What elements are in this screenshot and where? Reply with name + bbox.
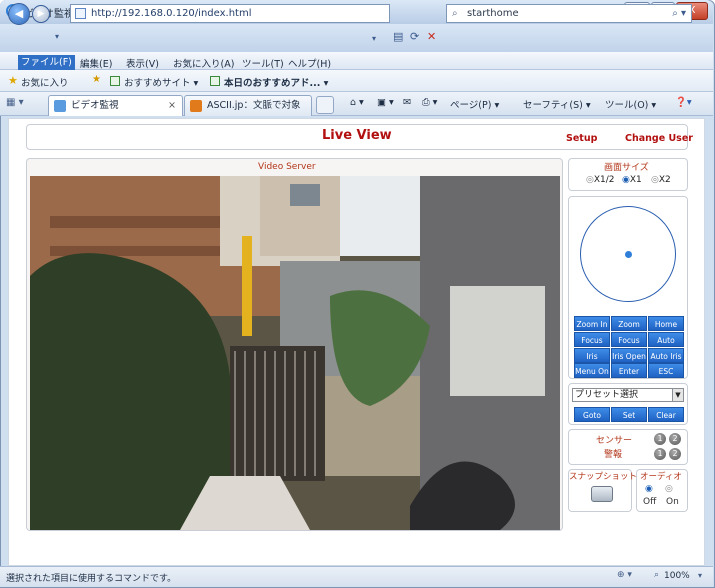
tab-label: ビデオ監視 — [71, 100, 119, 111]
cmd-tools[interactable]: ツール(O) ▾ — [605, 97, 656, 111]
tab-ascii[interactable]: ASCII.jp：文脈で対象が... — [184, 95, 312, 130]
alarm-1-button[interactable]: 1 — [654, 448, 666, 460]
radio-label: X1/2 — [593, 175, 615, 185]
chevron-down-icon: ▼ — [672, 389, 683, 401]
snapshot-label: スナップショット — [569, 472, 638, 482]
audio-off-radio[interactable]: ◉ — [645, 484, 653, 494]
zoom-dropdown-icon[interactable]: ▾ — [698, 571, 702, 580]
audio-on-radio[interactable]: ◎ — [665, 484, 673, 494]
menu-favorites[interactable]: お気に入り(A) — [173, 56, 234, 70]
camera-icon[interactable] — [591, 486, 613, 502]
refresh-icon[interactable]: ⟳ — [410, 30, 419, 43]
auto-iris-button[interactable]: Auto Iris — [648, 348, 684, 363]
menu-tools[interactable]: ツール(T) — [242, 56, 284, 70]
iris-open-button[interactable]: Iris Open — [611, 348, 647, 363]
iris-close-button[interactable]: Iris Close — [574, 348, 610, 376]
site-icon — [110, 76, 120, 86]
help-icon[interactable]: ❓▾ — [675, 97, 692, 108]
print-icon[interactable]: ⎙ ▾ — [422, 97, 437, 108]
ie-tab-icon — [54, 100, 66, 112]
change-user-link[interactable]: Change User — [625, 133, 693, 144]
address-bar[interactable]: http://192.168.0.120/index.html — [70, 4, 390, 23]
zone-icon[interactable]: ⊕ ▾ — [617, 570, 632, 580]
forward-button[interactable]: ▶ — [32, 5, 50, 23]
preset-clear-button[interactable]: Clear — [648, 407, 684, 422]
preset-select[interactable]: プリセット選択 ▼ — [572, 388, 684, 402]
audio-off-label: Off — [643, 497, 657, 507]
screen-size-label: 画面サイズ — [604, 163, 649, 173]
radio-x2[interactable]: ◎X2 — [651, 175, 671, 185]
search-go-icon[interactable]: ⌕ ▾ — [672, 5, 686, 22]
audio-on-label: On — [666, 497, 679, 507]
navigation-bar — [0, 24, 713, 52]
camera-image — [30, 176, 560, 530]
radio-x1[interactable]: ◉X1 — [622, 175, 642, 185]
tab-video-monitor[interactable]: ビデオ監視 × — [48, 95, 183, 116]
quick-tabs-icon[interactable]: ▦ ▾ — [6, 97, 24, 108]
search-icon: ⌕ — [452, 8, 458, 19]
joystick-center-dot[interactable] — [625, 251, 632, 258]
esc-button[interactable]: ESC — [648, 363, 684, 378]
stop-icon[interactable]: ✕ — [427, 30, 436, 43]
video-server-label: Video Server — [258, 162, 316, 172]
sensor-1-indicator: 1 — [654, 433, 666, 445]
back-button[interactable]: ◀ — [8, 3, 30, 25]
menu-view[interactable]: 表示(V) — [126, 56, 159, 70]
alarm-2-button[interactable]: 2 — [669, 448, 681, 460]
focus-far-button[interactable]: Focus Far — [611, 332, 647, 360]
new-tab-button[interactable] — [316, 96, 334, 114]
cmd-safety[interactable]: セーフティ(S) ▾ — [523, 97, 591, 111]
preset-set-button[interactable]: Set — [611, 407, 647, 422]
radio-icon: ◎ — [586, 175, 594, 185]
feeds-icon[interactable]: ▣ ▾ — [377, 97, 394, 108]
radio-selected-icon: ◉ — [622, 175, 630, 185]
alarm-label: 警報 — [604, 450, 623, 460]
home-button[interactable]: Home — [648, 316, 684, 331]
menu-on-button[interactable]: Menu On — [574, 363, 610, 378]
compat-view-icon[interactable]: ▤ — [393, 30, 403, 43]
add-favorites-icon[interactable]: ★ — [92, 74, 101, 85]
radio-label: X1 — [629, 175, 642, 185]
zoom-level[interactable]: 100% — [664, 571, 690, 581]
fav-webslice[interactable]: 本日のおすすめアド... ▾ — [224, 75, 328, 89]
menu-help[interactable]: ヘルプ(H) — [288, 56, 331, 70]
home-icon[interactable]: ⌂ ▾ — [350, 97, 364, 108]
page-title: Live View — [322, 128, 392, 143]
audio-label: オーディオ — [640, 472, 682, 482]
search-input[interactable]: ⌕ starthome ⌕ ▾ — [446, 4, 692, 23]
fav-suggested-sites[interactable]: おすすめサイト ▾ — [124, 75, 198, 89]
ascii-tab-icon — [190, 100, 202, 112]
radio-label: X2 — [658, 175, 671, 185]
address-url: http://192.168.0.120/index.html — [91, 8, 252, 19]
mail-icon[interactable]: ✉ — [403, 97, 411, 108]
enter-button[interactable]: Enter — [611, 363, 647, 378]
search-value: starthome — [467, 8, 519, 19]
sensor-label: センサー — [596, 436, 633, 446]
radio-icon: ◎ — [651, 175, 659, 185]
status-text: 選択された項目に使用するコマンドです。 — [6, 574, 177, 584]
history-dropdown-icon[interactable]: ▾ — [55, 32, 59, 41]
setup-link[interactable]: Setup — [566, 133, 597, 144]
cmd-page[interactable]: ページ(P) ▾ — [450, 97, 499, 111]
zoom-icon[interactable]: ⌕ — [654, 570, 659, 580]
radio-x-half[interactable]: ◎X1/2 — [586, 175, 615, 185]
favorites-star-icon: ★ — [8, 74, 18, 87]
auto-focus-button[interactable]: Auto Focus — [648, 332, 684, 360]
site-icon — [210, 76, 220, 86]
focus-near-button[interactable]: Focus Near — [574, 332, 610, 360]
page-icon — [75, 8, 86, 19]
zoom-in-button[interactable]: Zoom In — [574, 316, 610, 331]
favorites-button[interactable]: お気に入り — [21, 75, 69, 89]
preset-goto-button[interactable]: Goto — [574, 407, 610, 422]
camera-feed[interactable] — [30, 176, 560, 530]
tab-close-icon[interactable]: × — [168, 96, 176, 115]
preset-select-value: プリセット選択 — [575, 390, 639, 400]
zoom-out-button[interactable]: Zoom Out — [611, 316, 647, 344]
sensor-2-indicator: 2 — [669, 433, 681, 445]
address-dropdown-icon[interactable]: ▾ — [372, 34, 376, 43]
menu-file[interactable]: ファイル(F) — [18, 55, 75, 70]
favorites-bar — [0, 70, 713, 92]
menu-edit[interactable]: 編集(E) — [80, 56, 112, 70]
